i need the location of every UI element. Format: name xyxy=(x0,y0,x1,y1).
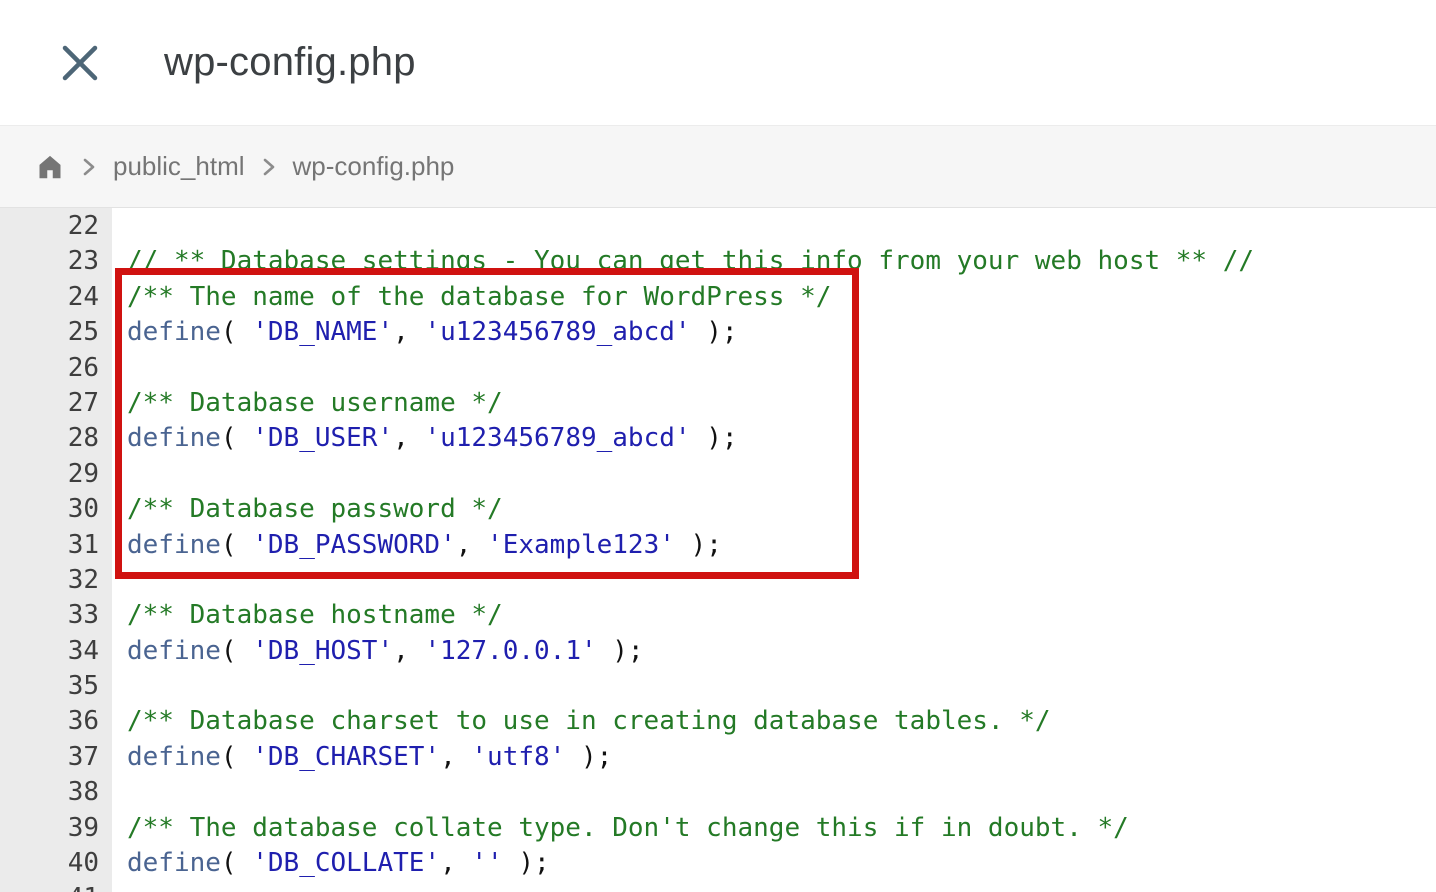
code-lines[interactable]: // ** Database settings - You can get th… xyxy=(112,208,1436,892)
chevron-right-icon xyxy=(82,156,96,178)
code-function: define xyxy=(127,848,221,878)
breadcrumb: public_html wp-config.php xyxy=(0,125,1436,208)
page-title: wp-config.php xyxy=(164,40,416,85)
code-function: define xyxy=(127,423,221,453)
close-button[interactable] xyxy=(52,35,108,91)
breadcrumb-item-public-html[interactable]: public_html xyxy=(113,151,245,182)
code-comment: /** Database password */ xyxy=(127,494,503,524)
header: wp-config.php xyxy=(0,0,1436,125)
line-number: 38 xyxy=(0,775,99,810)
line-number: 37 xyxy=(0,740,99,775)
line-number: 24 xyxy=(0,280,99,315)
line-number: 32 xyxy=(0,563,99,598)
line-number: 31 xyxy=(0,528,99,563)
line-number: 25 xyxy=(0,315,99,350)
code-text: ( xyxy=(221,317,252,347)
line-number: 22 xyxy=(0,209,99,244)
line-number: 39 xyxy=(0,811,99,846)
line-number: 34 xyxy=(0,634,99,669)
code-line[interactable]: define( 'DB_COLLATE', '' ); xyxy=(127,846,1436,881)
code-comment: /** Database charset to use in creating … xyxy=(127,706,1051,736)
line-number: 41 xyxy=(0,881,99,892)
code-string: 'DB_NAME' xyxy=(252,317,393,347)
code-string: 'DB_PASSWORD' xyxy=(252,530,456,560)
line-number: 28 xyxy=(0,421,99,456)
code-string: 'DB_HOST' xyxy=(252,636,393,666)
line-number: 29 xyxy=(0,457,99,492)
code-string: 'utf8' xyxy=(471,742,565,772)
code-text: ); xyxy=(675,530,722,560)
code-comment: /** Database hostname */ xyxy=(127,600,503,630)
gutter: 2223242526272829303132333435363738394041 xyxy=(0,208,112,892)
code-comment: /** The database collate type. Don't cha… xyxy=(127,813,1129,843)
code-function: define xyxy=(127,530,221,560)
code-comment: /** Database username */ xyxy=(127,388,503,418)
code-text: ( xyxy=(221,848,252,878)
close-icon xyxy=(61,44,99,82)
home-icon xyxy=(35,152,65,182)
file-editor-window: wp-config.php public_html wp-config.php … xyxy=(0,0,1436,892)
code-text: ); xyxy=(691,317,738,347)
code-line[interactable]: /** Database password */ xyxy=(127,492,1436,527)
code-line[interactable]: define( 'DB_PASSWORD', 'Example123' ); xyxy=(127,528,1436,563)
code-text: ); xyxy=(565,742,612,772)
code-string: 'u123456789_abcd' xyxy=(424,317,690,347)
code-line[interactable] xyxy=(127,209,1436,244)
code-line[interactable] xyxy=(127,457,1436,492)
code-string: '127.0.0.1' xyxy=(424,636,596,666)
breadcrumb-home[interactable] xyxy=(35,152,65,182)
code-line[interactable]: /** The name of the database for WordPre… xyxy=(127,280,1436,315)
line-number: 40 xyxy=(0,846,99,881)
code-string: '' xyxy=(471,848,502,878)
code-text: , xyxy=(393,317,424,347)
code-line[interactable]: /** The database collate type. Don't cha… xyxy=(127,811,1436,846)
line-number: 36 xyxy=(0,704,99,739)
chevron-right-icon xyxy=(262,156,276,178)
code-text: ( xyxy=(221,530,252,560)
code-line[interactable]: define( 'DB_CHARSET', 'utf8' ); xyxy=(127,740,1436,775)
line-number: 23 xyxy=(0,244,99,279)
code-function: define xyxy=(127,742,221,772)
code-string: 'DB_CHARSET' xyxy=(252,742,440,772)
code-text: , xyxy=(393,636,424,666)
line-number: 33 xyxy=(0,598,99,633)
code-text: , xyxy=(440,848,471,878)
code-text: ( xyxy=(221,742,252,772)
line-number: 27 xyxy=(0,386,99,421)
code-line[interactable] xyxy=(127,669,1436,704)
code-string: 'u123456789_abcd' xyxy=(424,423,690,453)
code-line[interactable]: /** Database username */ xyxy=(127,386,1436,421)
code-comment: // ** Database settings - You can get th… xyxy=(127,246,1254,276)
code-line[interactable]: define( 'DB_HOST', '127.0.0.1' ); xyxy=(127,634,1436,669)
code-text: ); xyxy=(597,636,644,666)
line-number: 26 xyxy=(0,351,99,386)
code-text: ( xyxy=(221,636,252,666)
code-comment: /** The name of the database for WordPre… xyxy=(127,282,831,312)
code-text: , xyxy=(456,530,487,560)
code-function: define xyxy=(127,636,221,666)
code-text: , xyxy=(440,742,471,772)
code-string: 'Example123' xyxy=(487,530,675,560)
code-line[interactable] xyxy=(127,881,1436,892)
code-editor: 2223242526272829303132333435363738394041… xyxy=(0,208,1436,892)
code-line[interactable]: /** Database hostname */ xyxy=(127,598,1436,633)
breadcrumb-item-file: wp-config.php xyxy=(293,151,455,182)
code-text: ); xyxy=(503,848,550,878)
code-line[interactable] xyxy=(127,563,1436,598)
code-text: , xyxy=(393,423,424,453)
line-number: 30 xyxy=(0,492,99,527)
code-line[interactable]: define( 'DB_NAME', 'u123456789_abcd' ); xyxy=(127,315,1436,350)
code-function: define xyxy=(127,317,221,347)
code-line[interactable]: /** Database charset to use in creating … xyxy=(127,704,1436,739)
line-number: 35 xyxy=(0,669,99,704)
code-line[interactable] xyxy=(127,351,1436,386)
code-text: ); xyxy=(691,423,738,453)
code-string: 'DB_USER' xyxy=(252,423,393,453)
code-line[interactable] xyxy=(127,775,1436,810)
code-line[interactable]: define( 'DB_USER', 'u123456789_abcd' ); xyxy=(127,421,1436,456)
code-text: ( xyxy=(221,423,252,453)
code-line[interactable]: // ** Database settings - You can get th… xyxy=(127,244,1436,279)
code-string: 'DB_COLLATE' xyxy=(252,848,440,878)
